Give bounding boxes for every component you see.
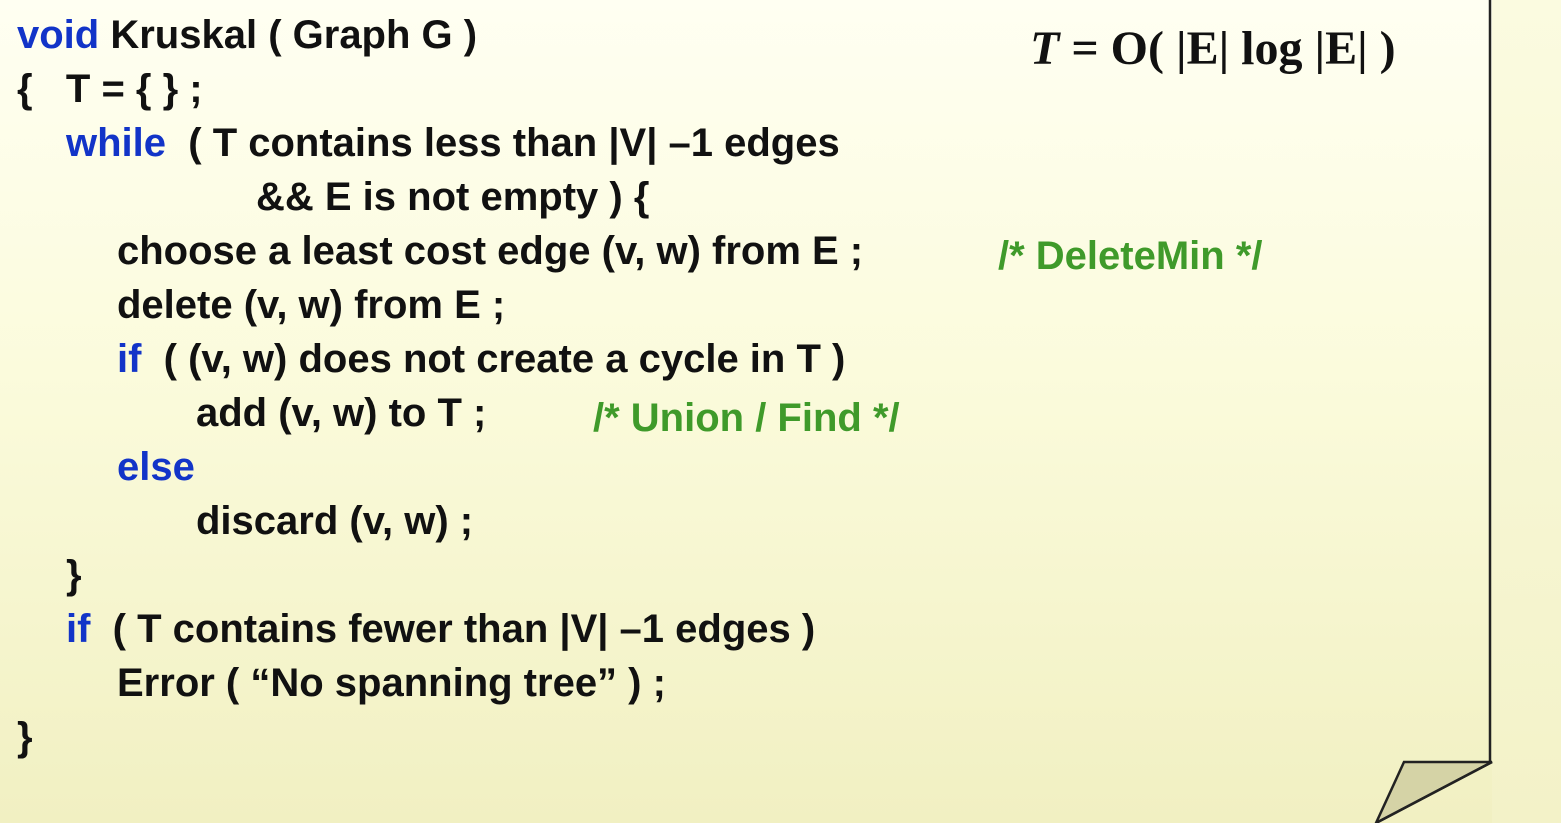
while-condition: ( T contains less than |V| –1 edges: [166, 121, 840, 165]
close-brace-while: }: [66, 553, 82, 597]
if-fewer-condition: ( T contains fewer than |V| –1 edges ): [90, 607, 816, 651]
code-line-choose: choose a least cost edge (v, w) from E ;: [117, 228, 863, 274]
code-line-close-func: }: [17, 714, 33, 760]
delete-statement: delete (v, w) from E ;: [117, 283, 506, 327]
init-statement: { T = { } ;: [17, 67, 203, 111]
add-statement: add (v, w) to T ;: [196, 391, 487, 435]
function-signature: Kruskal ( Graph G ): [99, 13, 478, 57]
comment-union-find: /* Union / Find */: [593, 396, 900, 440]
code-line-if-fewer: if ( T contains fewer than |V| –1 edges …: [66, 606, 815, 652]
if-cycle-condition: ( (v, w) does not create a cycle in T ): [141, 337, 846, 381]
code-line-close-while: }: [66, 552, 82, 598]
keyword-if-2: if: [66, 607, 91, 651]
code-line-error: Error ( “No spanning tree” ) ;: [117, 660, 666, 706]
slide: T = O( |E| log |E| ) void Kruskal ( Grap…: [0, 0, 1561, 823]
code-line-while: while ( T contains less than |V| –1 edge…: [66, 120, 840, 166]
keyword-if: if: [117, 337, 142, 381]
complexity-var: T: [1030, 22, 1060, 75]
code-line-else: else: [117, 444, 195, 490]
choose-statement: choose a least cost edge (v, w) from E ;: [117, 229, 864, 273]
page-edge-strip: [1492, 0, 1561, 823]
code-line-if-cycle: if ( (v, w) does not create a cycle in T…: [117, 336, 845, 382]
close-brace-func: }: [17, 715, 33, 759]
code-line-init: { T = { } ;: [17, 66, 203, 112]
comment-deletemin: /* DeleteMin */: [998, 234, 1263, 278]
keyword-else: else: [117, 445, 195, 489]
code-line-discard: discard (v, w) ;: [196, 498, 473, 544]
keyword-void: void: [17, 13, 100, 57]
code-line-signature: void Kruskal ( Graph G ): [17, 12, 477, 58]
keyword-while: while: [66, 121, 167, 165]
complexity-expr: = O( |E| log |E| ): [1059, 22, 1396, 75]
while-condition-cont: && E is not empty ) {: [256, 175, 650, 219]
error-statement: Error ( “No spanning tree” ) ;: [117, 661, 666, 705]
code-line-while-cont: && E is not empty ) {: [256, 174, 649, 220]
page-curl-icon: [1374, 760, 1493, 823]
complexity-formula: T = O( |E| log |E| ): [1030, 22, 1396, 76]
code-line-delete: delete (v, w) from E ;: [117, 282, 505, 328]
code-line-add: add (v, w) to T ;: [196, 390, 486, 436]
discard-statement: discard (v, w) ;: [196, 499, 474, 543]
